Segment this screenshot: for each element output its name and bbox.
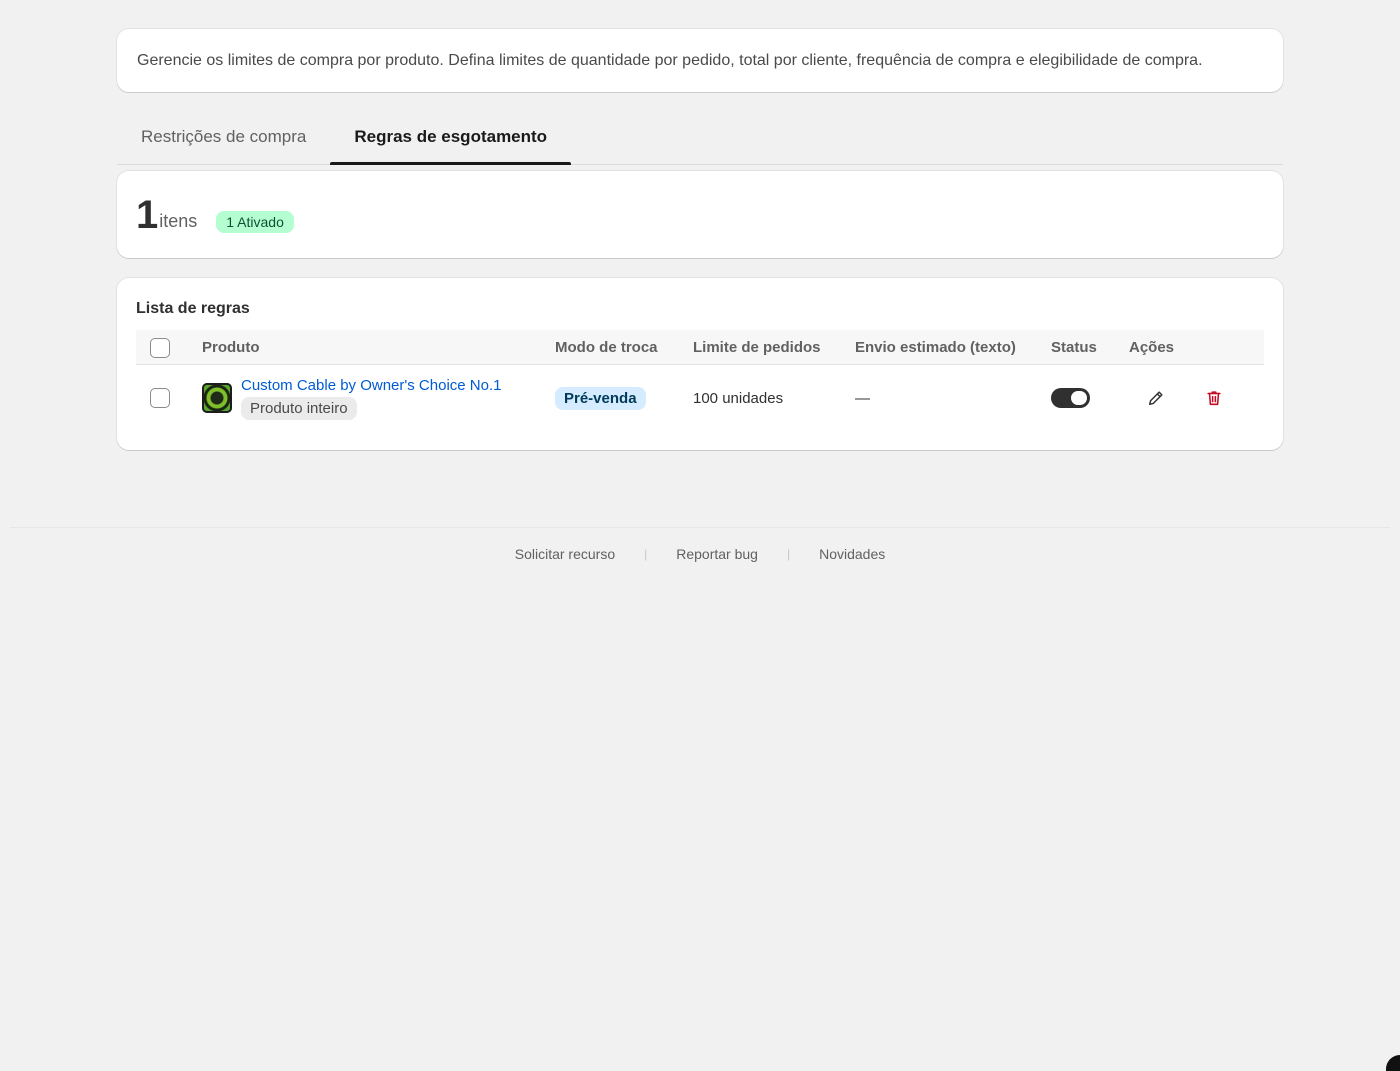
- order-limit-value: 100 unidades: [693, 389, 784, 407]
- column-shipping: Envio estimado (texto): [855, 339, 1016, 356]
- delete-button[interactable]: [1200, 384, 1228, 412]
- product-thumbnail: [202, 383, 232, 413]
- table-header: Produto Modo de troca Limite de pedidos …: [136, 330, 1264, 365]
- page: Gerencie os limites de compra por produt…: [0, 0, 1400, 1071]
- edit-cell: [1142, 365, 1170, 431]
- table-row: Custom Cable by Owner's Choice No.1 Prod…: [136, 365, 1264, 431]
- footer-separator: |: [644, 547, 648, 561]
- mode-badge: Pré-venda: [555, 386, 646, 410]
- rules-list-title: Lista de regras: [136, 300, 250, 317]
- column-status: Status: [1051, 339, 1097, 356]
- column-actions: Ações: [1129, 339, 1175, 356]
- delete-cell: [1200, 365, 1228, 431]
- footer-divider: [10, 527, 1390, 528]
- window-corner: [1386, 1055, 1400, 1071]
- rules-list-card: Lista de regras Produto Modo de troca Li…: [117, 278, 1283, 450]
- column-mode: Modo de troca: [555, 339, 658, 356]
- edit-button[interactable]: [1142, 384, 1170, 412]
- product-cell: Custom Cable by Owner's Choice No.1 Prod…: [202, 365, 501, 431]
- description-text: Gerencie os limites de compra por produt…: [137, 51, 1203, 69]
- limit-cell: 100 unidades: [693, 365, 783, 431]
- mode-cell: Pré-venda: [555, 365, 646, 431]
- rules-table: Produto Modo de troca Limite de pedidos …: [136, 330, 1264, 431]
- column-product: Produto: [202, 339, 260, 356]
- trash-icon: [1207, 391, 1221, 406]
- footer-link-report-bug[interactable]: Reportar bug: [676, 546, 758, 562]
- toggle-knob: [1071, 391, 1087, 405]
- footer-link-news[interactable]: Novidades: [819, 546, 885, 562]
- tab-bar: Restrições de compra Regras de esgotamen…: [117, 110, 1283, 165]
- footer-separator: |: [786, 547, 791, 561]
- select-all-checkbox[interactable]: [150, 337, 170, 358]
- footer: Solicitar recurso | Reportar bug | Novid…: [0, 546, 1400, 562]
- row-checkbox[interactable]: [150, 388, 170, 408]
- active-badge: 1 Ativado: [216, 210, 294, 233]
- summary-card: 1 itens 1 Ativado: [117, 171, 1283, 258]
- product-scope-tag: Produto inteiro: [241, 396, 357, 420]
- tab-out-of-stock-rules[interactable]: Regras de esgotamento: [330, 110, 571, 165]
- status-toggle[interactable]: [1051, 388, 1090, 408]
- item-count-label: itens: [159, 211, 198, 231]
- product-info: Custom Cable by Owner's Choice No.1 Prod…: [241, 377, 501, 420]
- pencil-icon: [1148, 391, 1163, 406]
- description-card: Gerencie os limites de compra por produt…: [117, 29, 1283, 92]
- row-select-cell: [150, 365, 170, 431]
- status-cell: [1051, 365, 1090, 431]
- column-limit: Limite de pedidos: [693, 339, 821, 356]
- select-all-cell: [150, 330, 170, 365]
- shipping-value: —: [855, 389, 870, 407]
- product-link[interactable]: Custom Cable by Owner's Choice No.1: [241, 377, 501, 394]
- item-count: 1: [136, 192, 158, 237]
- tab-purchase-restrictions[interactable]: Restrições de compra: [117, 110, 330, 164]
- footer-link-request-feature[interactable]: Solicitar recurso: [515, 546, 615, 562]
- shipping-cell: —: [855, 365, 870, 431]
